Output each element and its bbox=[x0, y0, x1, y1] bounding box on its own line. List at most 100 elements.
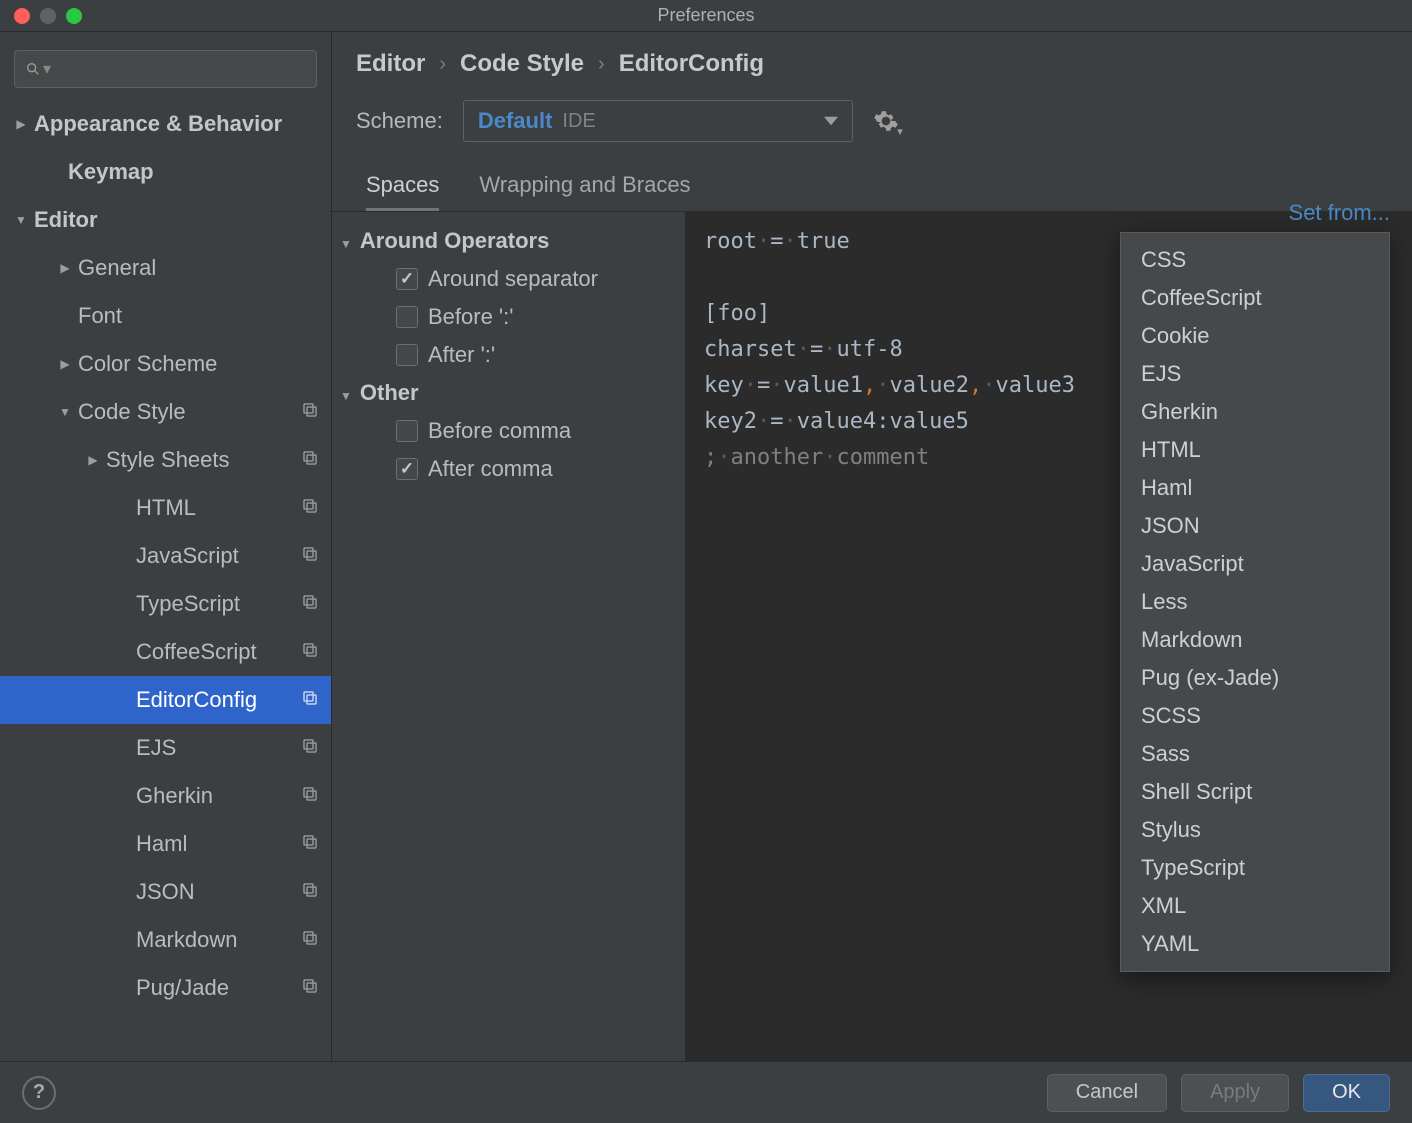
sidebar-item-label: CoffeeScript bbox=[136, 639, 301, 665]
chevron-down-icon[interactable] bbox=[14, 213, 28, 227]
copy-settings-icon[interactable] bbox=[301, 543, 319, 569]
copy-settings-icon[interactable] bbox=[301, 687, 319, 713]
set-from-link[interactable]: Set from... bbox=[1289, 200, 1390, 226]
sidebar-item-font[interactable]: Font bbox=[0, 292, 331, 340]
popup-item-cookie[interactable]: Cookie bbox=[1121, 317, 1389, 355]
arrow-spacer bbox=[48, 165, 62, 179]
sidebar-item-code-style[interactable]: Code Style bbox=[0, 388, 331, 436]
scheme-select[interactable]: Default IDE bbox=[463, 100, 853, 142]
popup-item-javascript[interactable]: JavaScript bbox=[1121, 545, 1389, 583]
titlebar: Preferences bbox=[0, 0, 1412, 32]
chevron-down-icon[interactable] bbox=[58, 405, 72, 419]
checkbox[interactable] bbox=[396, 458, 418, 480]
search-input[interactable]: ▾ bbox=[14, 50, 317, 88]
copy-settings-icon[interactable] bbox=[301, 591, 319, 617]
copy-settings-icon[interactable] bbox=[301, 495, 319, 521]
tab-wrapping-and-braces[interactable]: Wrapping and Braces bbox=[479, 172, 690, 211]
settings-group-title: Other bbox=[360, 380, 419, 406]
ok-button[interactable]: OK bbox=[1303, 1074, 1390, 1112]
copy-settings-icon[interactable] bbox=[301, 831, 319, 857]
copy-settings-icon[interactable] bbox=[301, 639, 319, 665]
popup-item-xml[interactable]: XML bbox=[1121, 887, 1389, 925]
settings-group-header[interactable]: Around Operators bbox=[332, 222, 685, 260]
chevron-right-icon[interactable] bbox=[58, 357, 72, 371]
settings-group-header[interactable]: Other bbox=[332, 374, 685, 412]
sidebar-item-color-scheme[interactable]: Color Scheme bbox=[0, 340, 331, 388]
sidebar-item-general[interactable]: General bbox=[0, 244, 331, 292]
popup-item-pug-ex-jade-[interactable]: Pug (ex-Jade) bbox=[1121, 659, 1389, 697]
sidebar-item-editorconfig[interactable]: EditorConfig bbox=[0, 676, 331, 724]
sidebar-item-javascript[interactable]: JavaScript bbox=[0, 532, 331, 580]
option-label: After ':' bbox=[428, 342, 495, 368]
copy-settings-icon[interactable] bbox=[301, 735, 319, 761]
gear-icon[interactable]: ▾ bbox=[873, 108, 899, 134]
popup-item-haml[interactable]: Haml bbox=[1121, 469, 1389, 507]
sidebar-item-editor[interactable]: Editor bbox=[0, 196, 331, 244]
arrow-spacer bbox=[116, 741, 130, 755]
popup-item-ejs[interactable]: EJS bbox=[1121, 355, 1389, 393]
sidebar-item-gherkin[interactable]: Gherkin bbox=[0, 772, 331, 820]
sidebar-item-html[interactable]: HTML bbox=[0, 484, 331, 532]
option-after-[interactable]: After ':' bbox=[332, 336, 685, 374]
tab-spaces[interactable]: Spaces bbox=[366, 172, 439, 211]
checkbox[interactable] bbox=[396, 420, 418, 442]
sidebar-item-style-sheets[interactable]: Style Sheets bbox=[0, 436, 331, 484]
popup-item-typescript[interactable]: TypeScript bbox=[1121, 849, 1389, 887]
sidebar-item-label: Gherkin bbox=[136, 783, 301, 809]
popup-item-stylus[interactable]: Stylus bbox=[1121, 811, 1389, 849]
breadcrumb-separator: › bbox=[439, 53, 446, 76]
checkbox[interactable] bbox=[396, 344, 418, 366]
sidebar-item-ejs[interactable]: EJS bbox=[0, 724, 331, 772]
sidebar-item-appearance-behavior[interactable]: Appearance & Behavior bbox=[0, 100, 331, 148]
sidebar-item-haml[interactable]: Haml bbox=[0, 820, 331, 868]
sidebar-item-keymap[interactable]: Keymap bbox=[0, 148, 331, 196]
chevron-right-icon[interactable] bbox=[58, 261, 72, 275]
checkbox[interactable] bbox=[396, 306, 418, 328]
popup-item-less[interactable]: Less bbox=[1121, 583, 1389, 621]
search-icon bbox=[25, 61, 41, 77]
tabs: Spaces Wrapping and Braces bbox=[332, 168, 1412, 212]
arrow-spacer bbox=[116, 645, 130, 659]
sidebar-item-pug-jade[interactable]: Pug/Jade bbox=[0, 964, 331, 1012]
copy-settings-icon[interactable] bbox=[301, 927, 319, 953]
copy-settings-icon[interactable] bbox=[301, 399, 319, 425]
popup-item-yaml[interactable]: YAML bbox=[1121, 925, 1389, 963]
option-after-comma[interactable]: After comma bbox=[332, 450, 685, 488]
option-label: Before ':' bbox=[428, 304, 513, 330]
copy-settings-icon[interactable] bbox=[301, 447, 319, 473]
option-label: Around separator bbox=[428, 266, 598, 292]
popup-item-scss[interactable]: SCSS bbox=[1121, 697, 1389, 735]
popup-item-markdown[interactable]: Markdown bbox=[1121, 621, 1389, 659]
option-before-[interactable]: Before ':' bbox=[332, 298, 685, 336]
breadcrumb-part: Editor bbox=[356, 50, 425, 78]
sidebar-item-markdown[interactable]: Markdown bbox=[0, 916, 331, 964]
popup-item-sass[interactable]: Sass bbox=[1121, 735, 1389, 773]
popup-item-coffeescript[interactable]: CoffeeScript bbox=[1121, 279, 1389, 317]
chevron-right-icon[interactable] bbox=[86, 453, 100, 467]
popup-item-css[interactable]: CSS bbox=[1121, 241, 1389, 279]
settings-tree[interactable]: Appearance & BehaviorKeymapEditor General… bbox=[0, 100, 331, 1061]
sidebar-item-coffeescript[interactable]: CoffeeScript bbox=[0, 628, 331, 676]
help-button[interactable]: ? bbox=[22, 1076, 56, 1110]
popup-item-shell-script[interactable]: Shell Script bbox=[1121, 773, 1389, 811]
chevron-right-icon[interactable] bbox=[14, 117, 28, 131]
option-around-separator[interactable]: Around separator bbox=[332, 260, 685, 298]
popup-item-json[interactable]: JSON bbox=[1121, 507, 1389, 545]
sidebar-item-json[interactable]: JSON bbox=[0, 868, 331, 916]
arrow-spacer bbox=[116, 693, 130, 707]
popup-item-html[interactable]: HTML bbox=[1121, 431, 1389, 469]
popup-item-gherkin[interactable]: Gherkin bbox=[1121, 393, 1389, 431]
copy-settings-icon[interactable] bbox=[301, 879, 319, 905]
sidebar-item-label: Style Sheets bbox=[106, 447, 301, 473]
cancel-button[interactable]: Cancel bbox=[1047, 1074, 1167, 1112]
breadcrumb: Editor›Code Style›EditorConfig bbox=[332, 32, 1412, 88]
set-from-popup[interactable]: CSSCoffeeScriptCookieEJSGherkinHTMLHamlJ… bbox=[1120, 232, 1390, 972]
checkbox[interactable] bbox=[396, 268, 418, 290]
copy-settings-icon[interactable] bbox=[301, 975, 319, 1001]
option-before-comma[interactable]: Before comma bbox=[332, 412, 685, 450]
sidebar-item-label: General bbox=[78, 255, 319, 281]
copy-settings-icon[interactable] bbox=[301, 783, 319, 809]
apply-button[interactable]: Apply bbox=[1181, 1074, 1289, 1112]
arrow-spacer bbox=[116, 549, 130, 563]
sidebar-item-typescript[interactable]: TypeScript bbox=[0, 580, 331, 628]
